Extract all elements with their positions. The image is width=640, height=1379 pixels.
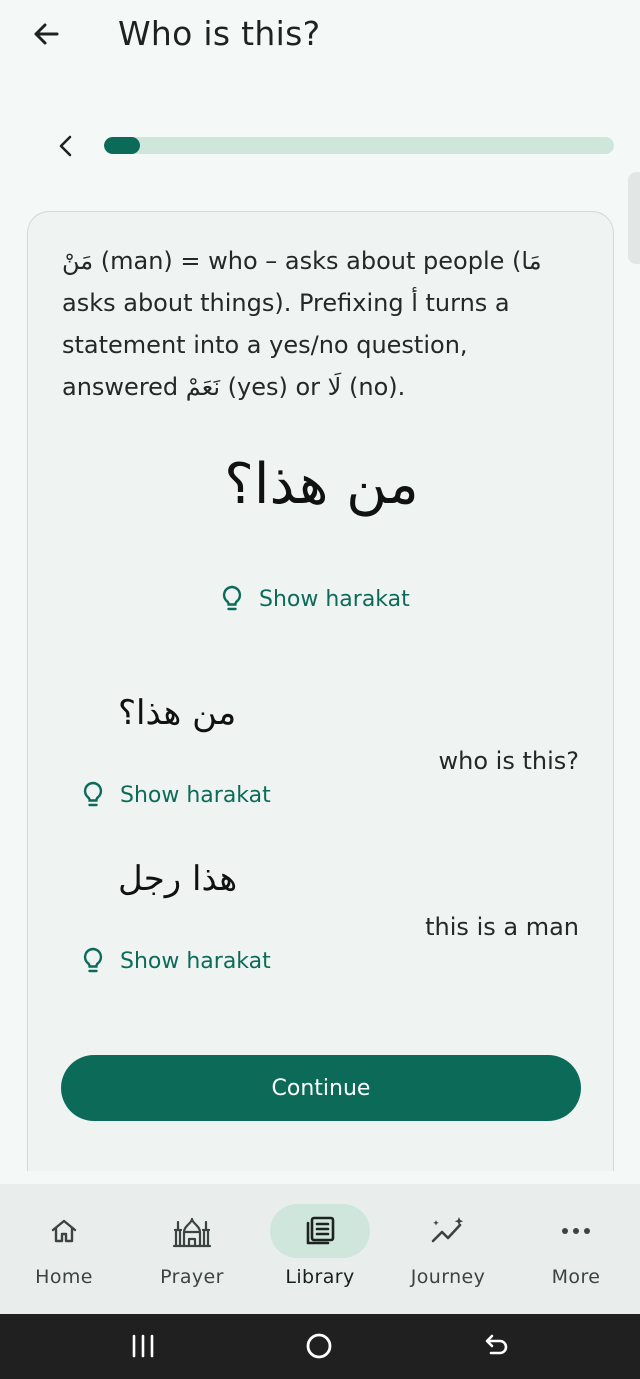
explanation-text-segment: (yes) or	[220, 373, 328, 401]
example-english-1: who is this?	[438, 747, 579, 775]
lightbulb-icon	[83, 781, 103, 807]
page-title: Who is this?	[118, 14, 321, 53]
progress-bar	[104, 137, 614, 154]
explanation-arabic-term: نَعَمْ	[185, 373, 221, 401]
system-back-icon[interactable]	[476, 1326, 516, 1366]
nav-label-journey: Journey	[410, 1266, 486, 1288]
recent-apps-icon[interactable]	[123, 1326, 163, 1366]
progress-fill	[104, 137, 140, 154]
explanation-arabic-term: لَا	[327, 373, 342, 401]
lightbulb-icon	[83, 947, 103, 973]
nav-item-home[interactable]: Home	[0, 1184, 128, 1314]
explanation-text: مَنْ (man) = who – asks about people (مَ…	[62, 240, 582, 408]
main-arabic-phrase: من هذا؟	[224, 452, 419, 517]
nav-item-library[interactable]: Library	[256, 1184, 384, 1314]
journey-icon	[431, 1217, 464, 1243]
nav-item-more[interactable]: More	[512, 1184, 640, 1314]
lesson-card: مَنْ (man) = who – asks about people (مَ…	[27, 211, 614, 1171]
library-icon	[306, 1216, 335, 1245]
show-harakat-label: Show harakat	[259, 586, 410, 612]
nav-item-prayer[interactable]: Prayer	[128, 1184, 256, 1314]
mosque-icon	[172, 1217, 212, 1248]
app-bar: Who is this?	[0, 0, 640, 72]
system-navigation-bar	[0, 1314, 640, 1379]
back-arrow-icon[interactable]	[26, 14, 66, 54]
continue-button[interactable]: Continue	[61, 1055, 581, 1121]
explanation-text-segment: (man) = who – asks about people (	[93, 247, 522, 275]
explanation-arabic-term: مَنْ	[62, 247, 94, 275]
show-harakat-button-example-2[interactable]: Show harakat	[82, 947, 271, 975]
more-icon	[562, 1228, 590, 1234]
nav-item-journey[interactable]: Journey	[384, 1184, 512, 1314]
explanation-arabic-term: أ	[411, 289, 418, 317]
lightbulb-icon	[222, 585, 242, 611]
example-arabic-1: من هذا؟	[118, 693, 237, 733]
scrollbar-handle[interactable]	[628, 172, 640, 264]
home-icon	[51, 1219, 77, 1243]
show-harakat-button-example-1[interactable]: Show harakat	[82, 781, 271, 809]
nav-label-home: Home	[35, 1266, 93, 1288]
explanation-text-segment: asks about things). Prefixing	[62, 289, 412, 317]
previous-chevron-icon[interactable]	[50, 130, 82, 162]
show-harakat-button-main[interactable]: Show harakat	[221, 585, 410, 613]
explanation-text-segment: (no).	[341, 373, 406, 401]
bottom-navigation: Home Prayer Library Journey More	[0, 1184, 640, 1314]
explanation-arabic-term: مَا	[521, 247, 542, 275]
show-harakat-label: Show harakat	[120, 948, 271, 974]
example-arabic-2: هذا رجل	[118, 859, 238, 899]
home-circle-icon[interactable]	[299, 1326, 339, 1366]
nav-label-prayer: Prayer	[160, 1266, 224, 1288]
nav-label-more: More	[551, 1266, 601, 1288]
progress-row	[0, 126, 640, 166]
nav-label-library: Library	[285, 1266, 355, 1288]
show-harakat-label: Show harakat	[120, 782, 271, 808]
example-english-2: this is a man	[425, 913, 579, 941]
